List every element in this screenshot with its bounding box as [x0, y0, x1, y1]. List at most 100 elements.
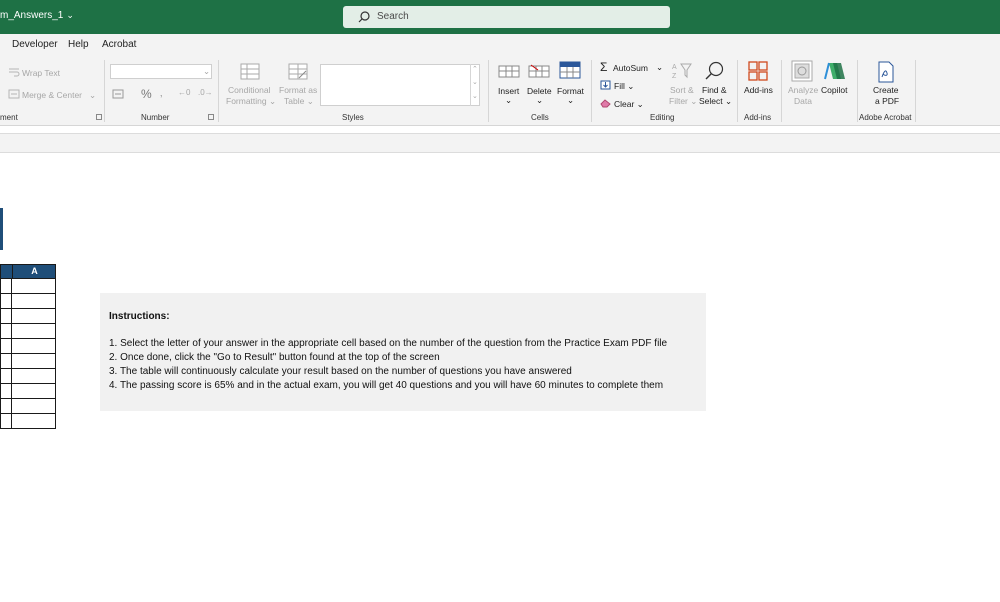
find-select-label-1[interactable]: Find &	[702, 85, 727, 95]
answer-cell[interactable]	[11, 294, 56, 308]
chevron-down-icon[interactable]: ⌄	[89, 90, 96, 101]
instruction-line: 1. Select the letter of your answer in t…	[109, 338, 668, 349]
answer-cell[interactable]	[11, 399, 56, 413]
merge-center-button[interactable]: Merge & Center	[22, 90, 82, 100]
table-row	[0, 354, 56, 369]
answer-cell[interactable]	[11, 339, 56, 353]
worksheet: A Instructions: 1. Select the letter of …	[0, 154, 1000, 602]
scroll-up-icon[interactable]: ⌃	[472, 65, 478, 73]
find-select-label-2[interactable]: Select ⌄	[699, 96, 732, 107]
accounting-format-icon[interactable]	[112, 89, 128, 99]
chevron-down-icon[interactable]: ⌄	[567, 95, 574, 106]
answer-cell[interactable]	[11, 354, 56, 368]
cell-styles-gallery[interactable]	[320, 64, 480, 106]
tab-acrobat[interactable]: Acrobat	[102, 39, 136, 50]
instruction-line: 3. The table will continuously calculate…	[109, 366, 572, 377]
formula-bar[interactable]	[0, 133, 1000, 153]
table-row	[0, 414, 56, 429]
table-header-row: A	[0, 264, 56, 279]
format-cells-icon	[559, 61, 581, 79]
column-header-a: A	[12, 265, 56, 278]
fill-button[interactable]: Fill ⌄	[614, 81, 634, 92]
create-pdf-icon	[878, 61, 894, 83]
group-label-alignment: ment	[0, 113, 18, 122]
merge-center-icon	[8, 89, 20, 99]
table-row	[0, 324, 56, 339]
autosum-button[interactable]: AutoSum	[613, 63, 648, 73]
format-as-table-label-2[interactable]: Table ⌄	[284, 96, 314, 107]
answer-cell[interactable]	[11, 279, 56, 293]
fill-down-icon	[600, 80, 611, 90]
table-row	[0, 309, 56, 324]
add-ins-button[interactable]: Add-ins	[744, 85, 773, 95]
answer-cell[interactable]	[11, 324, 56, 338]
tab-developer[interactable]: Developer	[12, 39, 58, 50]
answer-cell[interactable]	[11, 369, 56, 383]
sort-filter-label-1[interactable]: Sort &	[670, 85, 694, 95]
number-format-select[interactable]: ⌄	[110, 64, 212, 79]
sort-filter-label-2[interactable]: Filter ⌄	[669, 96, 697, 107]
chevron-down-icon: ⌄	[203, 66, 211, 76]
group-label-add-ins: Add-ins	[744, 113, 772, 122]
conditional-formatting-label-1[interactable]: Conditional	[228, 85, 271, 95]
create-pdf-label-2[interactable]: a PDF	[875, 96, 899, 106]
search-box[interactable]: Search	[343, 6, 670, 28]
svg-text:Z: Z	[672, 73, 677, 80]
insert-cells-icon	[498, 65, 520, 78]
group-label-adobe-acrobat: Adobe Acrobat	[859, 113, 912, 122]
comma-style-icon[interactable]: ‚	[160, 87, 162, 99]
add-ins-icon	[748, 61, 768, 81]
table-row	[0, 384, 56, 399]
group-divider	[488, 60, 489, 122]
group-divider	[915, 60, 916, 122]
copilot-button[interactable]: Copilot	[821, 85, 847, 95]
group-divider	[781, 60, 782, 122]
menu-bar: Developer Help Acrobat	[0, 34, 1000, 56]
dialog-launcher-icon[interactable]	[96, 114, 102, 120]
tab-help[interactable]: Help	[68, 39, 89, 50]
svg-text:A: A	[672, 64, 677, 71]
find-select-icon	[705, 61, 724, 80]
answer-cell[interactable]	[11, 384, 56, 398]
search-placeholder[interactable]: Search	[377, 11, 409, 22]
analyze-data-label-2[interactable]: Data	[794, 96, 812, 106]
percent-style-button[interactable]: %	[141, 87, 152, 101]
title-bar: m_Answers_1 ⌄ Search	[0, 0, 1000, 34]
clear-button[interactable]: Clear ⌄	[614, 99, 644, 110]
ribbon: Wrap Text Merge & Center ⌄ ment ⌄ % ‚ ←0…	[0, 56, 1000, 126]
conditional-formatting-icon	[240, 63, 260, 80]
scroll-down-icon[interactable]: ⌄	[472, 78, 478, 86]
document-title[interactable]: m_Answers_1 ⌄	[0, 10, 74, 21]
conditional-formatting-label-2[interactable]: Formatting ⌄	[226, 96, 276, 107]
instruction-line: 2. Once done, click the "Go to Result" b…	[109, 352, 440, 363]
instructions-box: Instructions: 1. Select the letter of yo…	[100, 293, 706, 411]
document-title-text[interactable]: m_Answers_1	[0, 10, 63, 21]
group-label-number: Number	[141, 113, 170, 122]
chevron-down-icon[interactable]: ⌄	[505, 95, 512, 106]
increase-decimal-icon[interactable]: ←0	[178, 88, 190, 97]
chevron-down-icon[interactable]: ⌄	[656, 62, 663, 73]
eraser-icon	[600, 99, 611, 108]
analyze-data-label-1[interactable]: Analyze	[788, 85, 818, 95]
table-row	[0, 294, 56, 309]
decrease-decimal-icon[interactable]: .0→	[198, 88, 213, 97]
group-divider	[857, 60, 858, 122]
group-divider	[104, 60, 105, 122]
create-pdf-label-1[interactable]: Create	[873, 85, 899, 95]
format-as-table-label-1[interactable]: Format as	[279, 85, 317, 95]
expand-gallery-icon[interactable]: ⌄	[472, 92, 478, 100]
answer-cell[interactable]	[11, 414, 56, 428]
search-icon	[358, 11, 370, 23]
chevron-down-icon[interactable]: ⌄	[66, 10, 74, 20]
dialog-launcher-icon[interactable]	[208, 114, 214, 120]
group-label-cells: Cells	[531, 113, 549, 122]
delete-cells-icon	[528, 64, 550, 78]
wrap-text-button[interactable]: Wrap Text	[22, 68, 60, 78]
answer-cell[interactable]	[11, 309, 56, 323]
chevron-down-icon[interactable]: ⌄	[536, 95, 543, 106]
styles-gallery-scroll[interactable]: ⌃ ⌄ ⌄	[470, 64, 480, 106]
table-row	[0, 369, 56, 384]
copilot-icon	[824, 62, 845, 80]
group-divider	[218, 60, 219, 122]
group-divider	[737, 60, 738, 122]
